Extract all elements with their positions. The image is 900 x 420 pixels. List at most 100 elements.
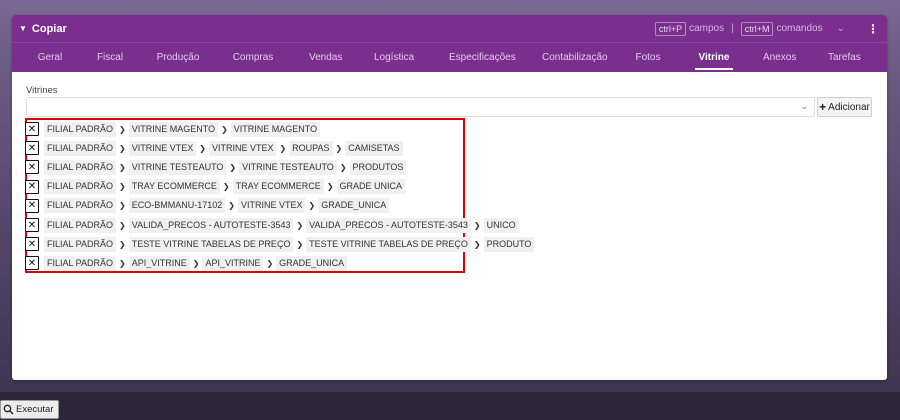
remove-vitrine-button[interactable]: ✕ (25, 237, 39, 252)
vitrine-path-segment: FILIAL PADRÃO (44, 255, 117, 271)
chevron-right-icon: ❯ (119, 258, 126, 268)
vitrine-path-segment: VITRINE TESTEAUTO (128, 159, 227, 175)
remove-vitrine-button[interactable]: ✕ (25, 256, 39, 271)
vitrine-path-segment: FILIAL PADRÃO (44, 236, 117, 252)
tab-bar: Geral Fiscal Produção Compras Vendas Log… (12, 42, 887, 72)
vitrines-label: Vitrines (26, 85, 58, 96)
vitrine-path-segment: API_VITRINE (202, 255, 264, 271)
vitrine-path-segment: API_VITRINE (128, 255, 190, 271)
chevron-right-icon: ❯ (266, 258, 274, 268)
chevron-down-icon[interactable]: ⌄ (837, 23, 845, 34)
vitrine-path-segment: VITRINE VTEX (237, 198, 306, 214)
chevron-right-icon: ❯ (229, 162, 237, 172)
add-button-label: Adicionar (828, 101, 870, 113)
chevron-right-icon: ❯ (119, 220, 126, 230)
tab-fiscal[interactable]: Fiscal (95, 43, 125, 72)
remove-vitrine-button[interactable]: ✕ (25, 160, 39, 175)
remove-vitrine-button[interactable]: ✕ (25, 218, 39, 232)
plus-icon: + (819, 100, 827, 114)
vitrine-path-segment: ECO-BMMANU-17102 (128, 198, 226, 214)
tab-producao[interactable]: Produção (156, 43, 200, 72)
more-menu-icon[interactable]: ⋮ (867, 22, 879, 36)
tab-compras[interactable]: Compras (232, 43, 274, 72)
vitrine-path-segment: VITRINE VTEX (208, 140, 277, 156)
vitrine-row: ✕ FILIAL PADRÃO ❯ API_VITRINE ❯ API_VITRINE ❯ G… (25, 255, 348, 271)
vitrine-path-segment: GRADE UNICA (336, 179, 406, 195)
chevron-right-icon: ❯ (308, 201, 316, 211)
remove-vitrine-button[interactable]: ✕ (25, 198, 39, 213)
tab-vitrine[interactable]: Vitrine (695, 43, 733, 72)
tab-contabilizacao[interactable]: Contabilização (542, 43, 608, 72)
vitrine-path-segment: FILIAL PADRÃO (44, 140, 117, 156)
vitrine-row: ✕ FILIAL PADRÃO ❯ VITRINE MAGENTO ❯ VITRINE M… (25, 121, 321, 137)
vitrine-path-segment: GRADE_UNICA (318, 198, 390, 214)
chevron-right-icon: ❯ (296, 220, 304, 230)
shortcut-label-fields: campos (689, 23, 725, 34)
chevron-right-icon: ❯ (326, 182, 334, 192)
vitrine-path-segment: VALIDA_PRECOS - AUTOTESTE-3543 (306, 217, 471, 233)
vitrine-row: ✕ FILIAL PADRÃO ❯ VITRINE TESTEAUTO ❯ VITRINE… (25, 159, 407, 175)
execute-button-label: Executar (16, 404, 54, 415)
shortcut-separator: | (731, 23, 734, 34)
header-shortcuts: ctrl+P campos | ctrl+M comandos ⌄ ⋮ (654, 15, 879, 42)
chevron-right-icon: ❯ (335, 143, 343, 153)
vitrine-path-segment: FILIAL PADRÃO (44, 217, 117, 233)
tab-tarefas[interactable]: Tarefas (828, 43, 861, 72)
vitrine-path-segment: FILIAL PADRÃO (44, 179, 117, 195)
chevron-right-icon: ❯ (228, 201, 235, 211)
vitrine-row: ✕ FILIAL PADRÃO ❯ VITRINE VTEX ❯ VITRINE VTEX… (25, 140, 403, 156)
vitrine-path-segment: TESTE VITRINE TABELAS DE PREÇO (306, 236, 471, 252)
copy-panel: ▼ Copiar ctrl+P campos | ctrl+M comandos… (12, 15, 887, 380)
vitrine-path-segment: UNICO (483, 217, 519, 233)
vitrine-select[interactable]: ⌄ (26, 97, 815, 117)
remove-vitrine-button[interactable]: ✕ (25, 179, 39, 194)
vitrine-path-segment: TRAY ECOMMERCE (232, 179, 324, 195)
chevron-right-icon: ❯ (339, 162, 347, 172)
vitrine-row: ✕ FILIAL PADRÃO ❯ TESTE VITRINE TABELAS DE … (25, 236, 535, 252)
add-vitrine-button[interactable]: + Adicionar (817, 97, 872, 117)
chevron-right-icon: ❯ (119, 201, 126, 211)
remove-vitrine-button[interactable]: ✕ (25, 122, 39, 136)
footer-bar (0, 392, 900, 420)
chevron-right-icon: ❯ (222, 182, 230, 192)
vitrine-path-segment: GRADE_UNICA (276, 255, 348, 271)
tab-especificacoes[interactable]: Especificações (449, 43, 516, 72)
panel-title: Copiar (31, 22, 67, 35)
vitrine-path-segment: TRAY ECOMMERCE (128, 179, 220, 195)
chevron-right-icon: ❯ (119, 124, 126, 134)
tab-anexos[interactable]: Anexos (763, 43, 796, 72)
shortcut-key-fields: ctrl+P (654, 21, 687, 36)
chevron-right-icon: ❯ (199, 143, 206, 153)
chevron-right-icon: ❯ (221, 124, 228, 134)
panel-header: ▼ Copiar ctrl+P campos | ctrl+M comandos… (12, 15, 887, 42)
execute-button[interactable]: Executar (0, 400, 59, 419)
vitrine-row: ✕ FILIAL PADRÃO ❯ ECO-BMMANU-17102 ❯ VITRINE … (25, 198, 390, 214)
vitrine-path-segment: PRODUTOS (349, 159, 407, 175)
vitrine-path-segment: CAMISETAS (345, 140, 403, 156)
chevron-right-icon: ❯ (119, 182, 126, 192)
tab-geral[interactable]: Geral (34, 43, 66, 72)
chevron-right-icon: ❯ (119, 143, 126, 153)
vitrine-path-segment: VITRINE MAGENTO (128, 121, 219, 137)
caret-down-icon: ▼ (19, 24, 27, 33)
vitrine-path-segment: VITRINE TESTEAUTO (239, 159, 337, 175)
vitrine-path-segment: VITRINE MAGENTO (230, 121, 321, 137)
vitrine-path-segment: FILIAL PADRÃO (44, 121, 117, 137)
vitrine-path-segment: ROUPAS (289, 140, 333, 156)
chevron-right-icon: ❯ (473, 239, 481, 249)
chevron-right-icon: ❯ (296, 239, 304, 249)
shortcut-key-commands: ctrl+M (740, 21, 774, 36)
tab-fotos[interactable]: Fotos (635, 43, 661, 72)
remove-vitrine-button[interactable]: ✕ (25, 141, 39, 156)
vitrine-path-segment: FILIAL PADRÃO (44, 198, 117, 214)
vitrine-row: ✕ FILIAL PADRÃO ❯ TRAY ECOMMERCE ❯ TRAY ECOMM… (25, 179, 406, 195)
shortcut-label-commands: comandos (776, 23, 823, 34)
vitrine-path-segment: PRODUTO (483, 236, 535, 252)
tab-vendas[interactable]: Vendas (309, 43, 342, 72)
chevron-right-icon: ❯ (279, 143, 287, 153)
chevron-right-icon: ❯ (119, 239, 126, 249)
vitrine-row: ✕ FILIAL PADRÃO ❯ VALIDA_PRECOS - AUTOTESTE… (25, 217, 519, 233)
tab-logistica[interactable]: Logística (374, 43, 414, 72)
panel-title-toggle[interactable]: ▼ Copiar (12, 23, 67, 35)
chevron-right-icon: ❯ (119, 162, 126, 172)
